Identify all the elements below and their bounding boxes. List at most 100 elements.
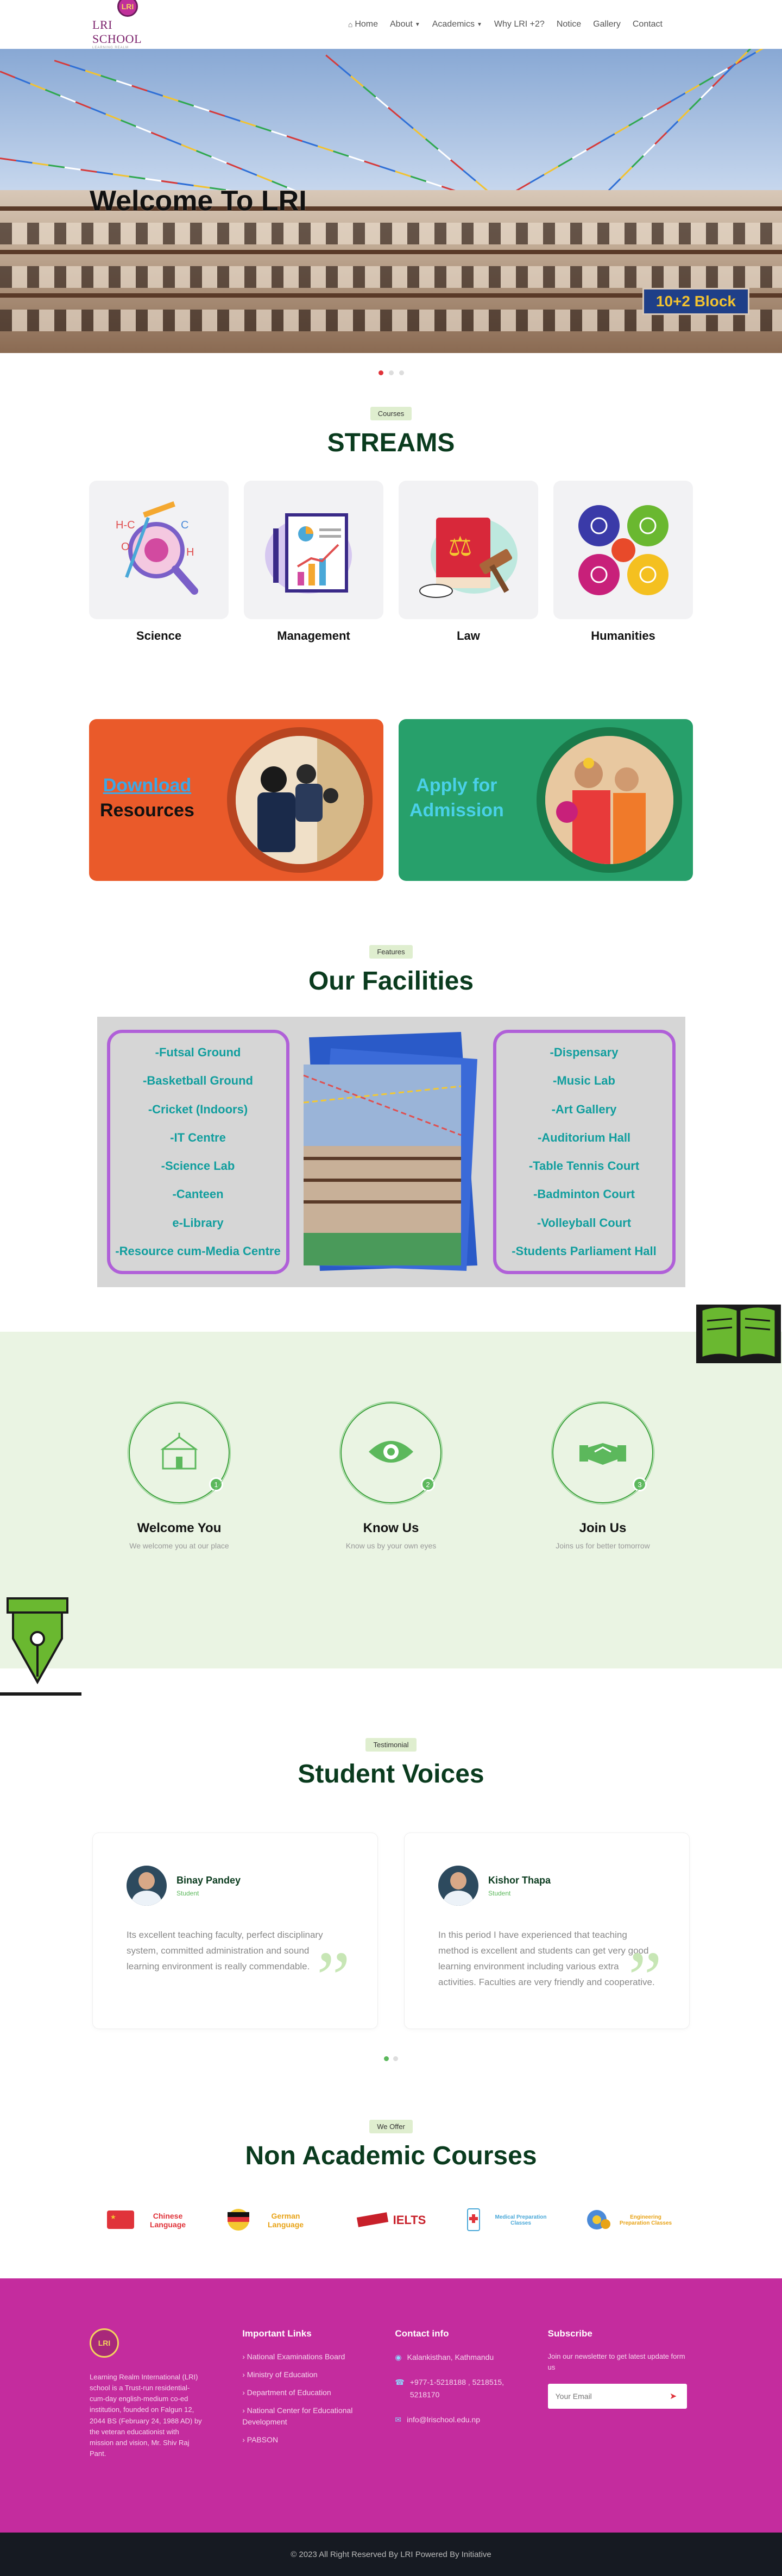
steps-section: 1 Welcome You We welcome you at our plac… xyxy=(0,1305,782,1696)
send-icon[interactable]: ➤ xyxy=(665,2388,682,2405)
contact-phone[interactable]: ☎ +977-1-5218188 , 5218515, 5218170 xyxy=(395,2376,509,2401)
facility-item: e-Library xyxy=(172,1215,224,1230)
facility-item: -IT Centre xyxy=(170,1130,226,1144)
facility-item: -Cricket (Indoors) xyxy=(148,1102,248,1116)
site-logo[interactable]: LRI LRI SCHOOL LEARNING REALM INTERNATIO… xyxy=(92,0,163,53)
carousel-dot[interactable] xyxy=(384,2056,389,2061)
step-desc: Know us by your own eyes xyxy=(345,1541,437,1550)
phone-icon: ☎ xyxy=(395,2378,405,2387)
facilities-list-left: -Futsal Ground -Basketball Ground -Crick… xyxy=(106,1030,289,1274)
card-line: Resources xyxy=(100,799,194,821)
step-title: Welcome You xyxy=(137,1521,222,1535)
testimonial-card: Kishor Thapa Student In this period I ha… xyxy=(404,1832,690,2029)
nav-label: Contact xyxy=(632,20,663,29)
card-line: Admission xyxy=(409,799,504,821)
step-number: 3 xyxy=(633,1477,647,1491)
facility-item: -Table Tennis Court xyxy=(528,1159,640,1173)
author-name: Kishor Thapa xyxy=(488,1874,551,1886)
course-chinese[interactable]: ★ Chinese Language xyxy=(107,2203,197,2237)
nav-contact[interactable]: Contact xyxy=(633,20,663,29)
slide-dot[interactable] xyxy=(378,370,383,375)
step-ring: 1 xyxy=(129,1402,230,1503)
slide-dot[interactable] xyxy=(388,370,394,375)
ielts-icon xyxy=(356,2212,389,2229)
section-title: STREAMS xyxy=(327,429,455,457)
germany-flag-icon xyxy=(226,2208,250,2233)
step-number: 2 xyxy=(421,1477,435,1491)
course-label: German Language xyxy=(267,2212,304,2229)
email-input[interactable] xyxy=(555,2392,648,2401)
step-desc: Joins us for better tomorrow xyxy=(556,1541,650,1550)
science-icon: H-C C O H xyxy=(89,481,229,619)
author-role: Student xyxy=(488,1889,511,1897)
main-nav: ⌂ Home About ▼ Academics ▼ Why LRI +2? N… xyxy=(348,20,663,29)
logo-text: LRI SCHOOL xyxy=(92,18,142,46)
slide-dot[interactable] xyxy=(399,370,404,375)
testimonial-header: Kishor Thapa Student xyxy=(438,1866,655,1906)
nav-about[interactable]: About ▼ xyxy=(390,20,420,29)
facility-item: -Resource cum-Media Centre xyxy=(115,1244,281,1258)
nav-home[interactable]: ⌂ Home xyxy=(348,20,378,29)
footer-link[interactable]: › PABSON xyxy=(242,2434,357,2446)
course-ielts[interactable]: IELTS xyxy=(346,2203,436,2237)
testimonials-section: Testimonial Student Voices Binay Pandey … xyxy=(0,1668,782,2061)
stream-card-management[interactable]: Management xyxy=(244,481,383,643)
action-cards: Download Resources Apply for Admission xyxy=(0,719,782,881)
contact-email[interactable]: ✉ info@lrischool.edu.np xyxy=(395,2414,509,2426)
nav-academics[interactable]: Academics ▼ xyxy=(432,20,482,29)
svg-text:H-C: H-C xyxy=(116,519,135,531)
hero-title: Welcome To LRI xyxy=(90,185,307,217)
facility-item: -Students Parliament Hall xyxy=(512,1244,657,1258)
nav-label: Academics xyxy=(432,20,475,29)
hero-slider[interactable]: 10+2 Block Welcome To LRI xyxy=(0,49,782,353)
step-title: Know Us xyxy=(363,1521,419,1535)
facilities-list-right: -Dispensary -Music Lab -Art Gallery -Aud… xyxy=(493,1030,676,1274)
subscribe-text: Join our newsletter to get latest update… xyxy=(547,2352,685,2372)
hands-icon xyxy=(553,481,693,619)
eye-icon xyxy=(367,1435,415,1471)
footer-link[interactable]: › National Examinations Board xyxy=(242,2351,357,2363)
nav-why-lri[interactable]: Why LRI +2? xyxy=(494,20,545,29)
step-number: 1 xyxy=(209,1477,223,1491)
medical-icon xyxy=(465,2208,482,2233)
stream-label: Law xyxy=(457,629,480,643)
footer-link[interactable]: › Department of Education xyxy=(242,2387,357,2398)
location-icon: ◉ xyxy=(395,2353,402,2361)
facility-item: -Futsal Ground xyxy=(155,1045,241,1060)
footer-heading: Contact info xyxy=(395,2328,449,2339)
course-medical[interactable]: Medical Preparation Classes xyxy=(465,2203,556,2237)
course-engineering[interactable]: Engineering Preparation Classes xyxy=(585,2203,675,2237)
footer-link[interactable]: › National Center for Educational Develo… xyxy=(242,2405,357,2428)
footer-heading: Subscribe xyxy=(547,2328,592,2339)
apply-admission-card[interactable]: Apply for Admission xyxy=(399,719,693,881)
course-german[interactable]: German Language xyxy=(226,2203,317,2237)
stream-card-humanities[interactable]: Humanities xyxy=(553,481,693,643)
avatar xyxy=(127,1866,167,1906)
quote-icon: ” xyxy=(316,1936,350,2020)
nav-label: Home xyxy=(355,20,378,29)
course-logos: ★ Chinese Language German Language IELTS… xyxy=(0,2203,782,2237)
footer-contact: Contact info ◉ Kalankisthan, Kathmandu ☎… xyxy=(395,2328,509,2533)
stream-card-science[interactable]: H-C C O H Science xyxy=(89,481,229,643)
chevron-down-icon: ▼ xyxy=(476,21,482,28)
footer-logo[interactable]: LRI xyxy=(90,2328,119,2358)
china-flag-icon: ★ xyxy=(107,2210,134,2231)
quote-icon: ” xyxy=(628,1936,662,2020)
hero-pagination xyxy=(0,370,782,375)
author-role: Student xyxy=(176,1889,199,1897)
step-desc: We welcome you at our place xyxy=(129,1541,229,1550)
download-resources-card[interactable]: Download Resources xyxy=(89,719,383,881)
stream-label: Science xyxy=(136,629,182,643)
section-title: Non Academic Courses xyxy=(245,2142,537,2170)
nav-gallery[interactable]: Gallery xyxy=(593,20,621,29)
course-label: Medical Preparation Classes xyxy=(495,2214,547,2226)
carousel-dot[interactable] xyxy=(393,2056,398,2061)
footer-heading: Important Links xyxy=(242,2328,312,2339)
footer-link[interactable]: › Ministry of Education xyxy=(242,2369,357,2380)
svg-text:H: H xyxy=(186,546,194,558)
stream-card-law[interactable]: ⚖ Law xyxy=(399,481,538,643)
nav-notice[interactable]: Notice xyxy=(557,20,581,29)
testimonial-card: Binay Pandey Student Its excellent teach… xyxy=(92,1832,378,2029)
chart-icon xyxy=(244,481,383,619)
testimonial-carousel[interactable]: Binay Pandey Student Its excellent teach… xyxy=(0,1832,782,2029)
